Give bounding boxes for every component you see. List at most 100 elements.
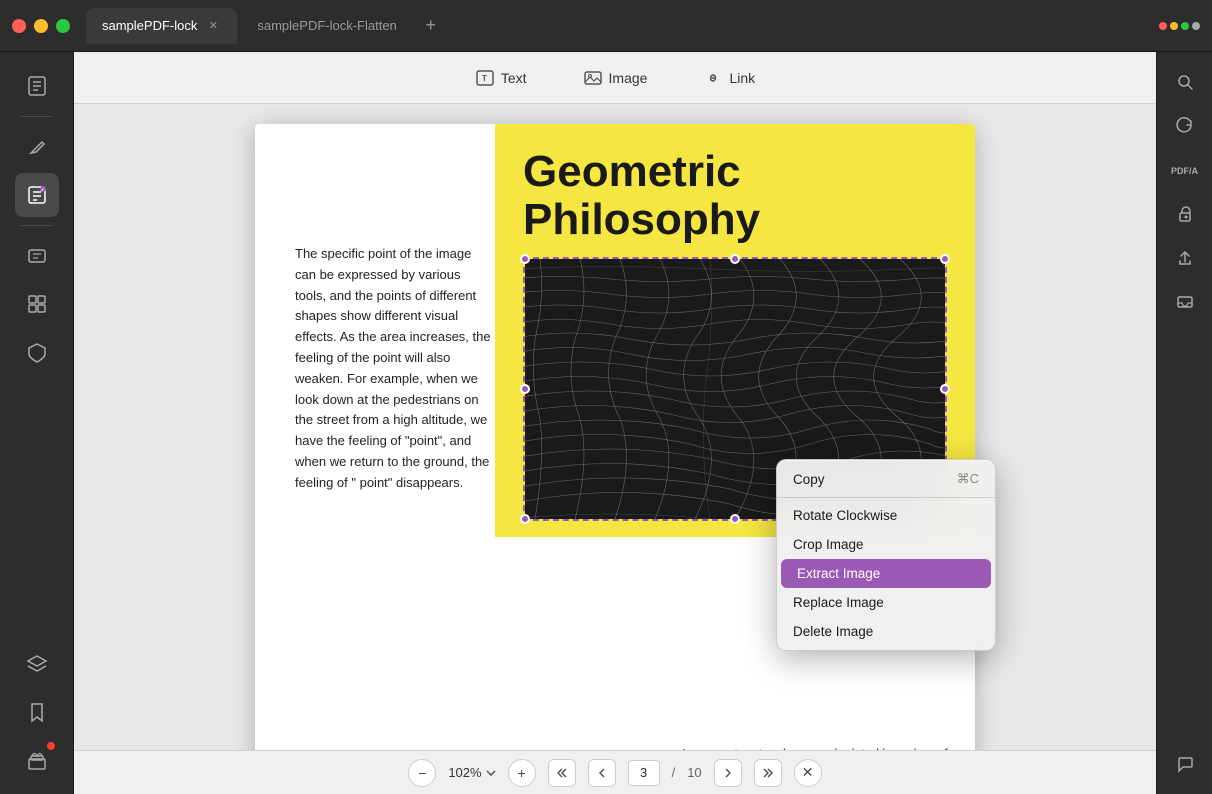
- total-pages: 10: [687, 765, 701, 780]
- sidebar-icon-protect[interactable]: [15, 330, 59, 374]
- image-tool-label: Image: [609, 70, 648, 86]
- logo-dot-4: [1192, 22, 1200, 30]
- menu-item-replace[interactable]: Replace Image: [777, 588, 995, 617]
- link-tool-icon: [703, 68, 723, 88]
- menu-rotate-label: Rotate Clockwise: [793, 508, 897, 523]
- organize-icon: [26, 293, 48, 315]
- right-search-button[interactable]: [1167, 64, 1203, 100]
- sidebar-icon-markup[interactable]: [15, 125, 59, 169]
- menu-divider-1: [777, 497, 995, 498]
- zoom-value-display[interactable]: 102%: [448, 765, 495, 780]
- share-icon: [1176, 249, 1194, 267]
- toolbar-text-button[interactable]: T Text: [463, 62, 539, 94]
- handle-top-left[interactable]: [520, 254, 530, 264]
- context-menu: Copy ⌘C Rotate Clockwise Crop Image Extr…: [776, 459, 996, 651]
- forms-icon: [26, 245, 48, 267]
- title-bar: samplePDF-lock ✕ samplePDF-lock-Flatten …: [0, 0, 1212, 52]
- menu-crop-label: Crop Image: [793, 537, 864, 552]
- page-content: Geometric Philosophy: [74, 104, 1156, 750]
- handle-mid-left[interactable]: [520, 384, 530, 394]
- bottom-toolbar: − 102% + / 10: [74, 750, 1156, 794]
- tab-label: samplePDF-lock: [102, 18, 197, 33]
- menu-delete-label: Delete Image: [793, 624, 873, 639]
- handle-bottom-left[interactable]: [520, 514, 530, 524]
- maximize-window-button[interactable]: [56, 19, 70, 33]
- minimize-window-button[interactable]: [34, 19, 48, 33]
- page-main-title: Geometric Philosophy: [523, 148, 947, 245]
- refresh-icon: [1176, 117, 1194, 135]
- protect-icon: [26, 341, 48, 363]
- toolbar-link-button[interactable]: Link: [691, 62, 767, 94]
- lock-icon: [1176, 205, 1194, 223]
- right-comment-button[interactable]: [1167, 746, 1203, 782]
- handle-top-right[interactable]: [940, 254, 950, 264]
- logo-dot-1: [1159, 22, 1167, 30]
- sidebar-divider-2: [21, 225, 53, 226]
- text-tool-label: Text: [501, 70, 527, 86]
- right-share-button[interactable]: [1167, 240, 1203, 276]
- sidebar-icon-layers[interactable]: [15, 642, 59, 686]
- menu-copy-label: Copy: [793, 472, 825, 487]
- svg-text:T: T: [482, 74, 487, 83]
- zoom-in-button[interactable]: +: [508, 759, 536, 787]
- nav-first-button[interactable]: [548, 759, 576, 787]
- sidebar-icon-forms[interactable]: [15, 234, 59, 278]
- zoom-out-button[interactable]: −: [408, 759, 436, 787]
- sidebar-icon-bookmark[interactable]: [15, 690, 59, 734]
- menu-item-rotate[interactable]: Rotate Clockwise: [777, 501, 995, 530]
- right-protect-button[interactable]: [1167, 196, 1203, 232]
- menu-item-copy[interactable]: Copy ⌘C: [777, 464, 995, 494]
- tabs-area: samplePDF-lock ✕ samplePDF-lock-Flatten …: [86, 8, 1159, 44]
- tab-samplepdf-lock[interactable]: samplePDF-lock ✕: [86, 8, 237, 44]
- toolbar-image-button[interactable]: Image: [571, 62, 660, 94]
- sidebar-icon-organize[interactable]: [15, 282, 59, 326]
- menu-item-crop[interactable]: Crop Image: [777, 530, 995, 559]
- menu-item-delete[interactable]: Delete Image: [777, 617, 995, 646]
- handle-top-center[interactable]: [730, 254, 740, 264]
- svg-text:PDF/A: PDF/A: [1171, 166, 1199, 176]
- page-number-input[interactable]: [628, 760, 660, 786]
- inbox-icon: [1176, 293, 1194, 311]
- nav-next-icon: [722, 767, 734, 779]
- logo-dot-3: [1181, 22, 1189, 30]
- layers-icon: [26, 653, 48, 675]
- bottom-paragraph: In geometry , topology , and related bra…: [675, 744, 955, 750]
- menu-item-extract[interactable]: Extract Image: [781, 559, 991, 588]
- tab-samplepdf-flatten[interactable]: samplePDF-lock-Flatten: [241, 8, 412, 44]
- toolbar: T Text Image: [74, 52, 1156, 104]
- nav-first-icon: [556, 767, 568, 779]
- menu-replace-label: Replace Image: [793, 595, 884, 610]
- handle-mid-right[interactable]: [940, 384, 950, 394]
- comment-icon: [1176, 755, 1194, 773]
- right-pdfa-button[interactable]: PDF/A: [1167, 152, 1203, 188]
- book-icon: [26, 75, 48, 97]
- right-refresh-button[interactable]: [1167, 108, 1203, 144]
- bottom-text-area: In geometry , topology , and related bra…: [655, 744, 975, 750]
- sidebar-icon-gift[interactable]: [15, 738, 59, 782]
- zoom-percent: 102%: [448, 765, 481, 780]
- tab-close-button[interactable]: ✕: [205, 18, 221, 34]
- pdfa-icon: PDF/A: [1171, 161, 1199, 179]
- nav-next-button[interactable]: [714, 759, 742, 787]
- nav-last-icon: [762, 767, 774, 779]
- edit-icon: ✓: [26, 184, 48, 206]
- search-icon: [1176, 73, 1194, 91]
- handle-bottom-center[interactable]: [730, 514, 740, 524]
- page-separator: /: [672, 765, 676, 780]
- gift-icon: [26, 749, 48, 771]
- right-inbox-button[interactable]: [1167, 284, 1203, 320]
- gift-badge: [47, 742, 55, 750]
- nav-last-button[interactable]: [754, 759, 782, 787]
- image-tool-icon: [583, 68, 603, 88]
- close-edit-button[interactable]: ✕: [794, 759, 822, 787]
- close-window-button[interactable]: [12, 19, 26, 33]
- sidebar-icon-edit[interactable]: ✓: [15, 173, 59, 217]
- menu-extract-label: Extract Image: [797, 566, 880, 581]
- left-sidebar: ✓: [0, 52, 74, 794]
- traffic-lights: [12, 19, 70, 33]
- nav-prev-button[interactable]: [588, 759, 616, 787]
- left-text-column: The specific point of the image can be e…: [295, 244, 495, 494]
- content-area: T Text Image: [74, 52, 1156, 794]
- add-tab-button[interactable]: +: [417, 12, 445, 40]
- sidebar-icon-reader[interactable]: [15, 64, 59, 108]
